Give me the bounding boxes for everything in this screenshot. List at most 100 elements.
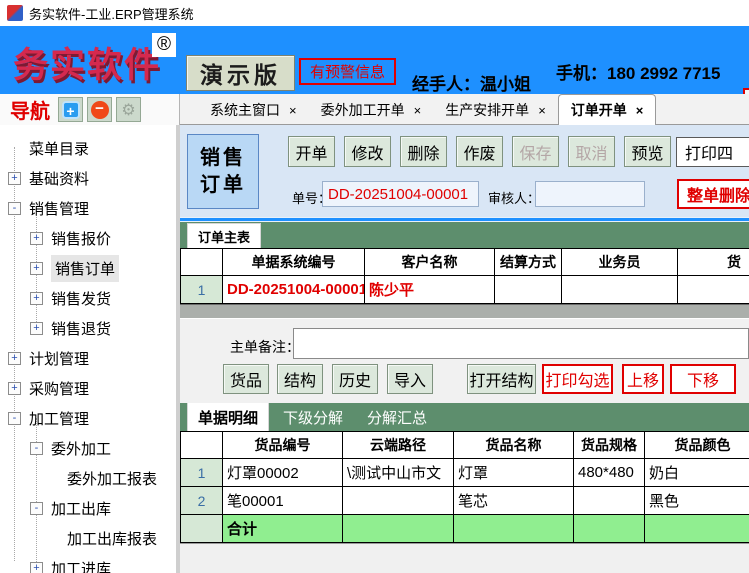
cell-cloud-path[interactable] [343, 487, 454, 515]
toggle-icon[interactable]: - [8, 202, 21, 215]
detail-row: 1 灯罩00002 \测试中山市文 灯罩 480*480 奶白 [181, 459, 749, 487]
warning-info-button[interactable]: 有预警信息 [299, 58, 396, 85]
tab-system-main[interactable]: 系统主窗口× [198, 95, 309, 124]
tree-item-process-outbound[interactable]: -加工出库 [0, 493, 176, 523]
toggle-icon[interactable]: - [8, 412, 21, 425]
close-icon[interactable]: × [289, 103, 297, 118]
toggle-icon[interactable]: + [30, 232, 43, 245]
tab-breakdown-summary[interactable]: 分解汇总 [357, 403, 437, 431]
tab-label: 生产安排开单 [445, 100, 529, 120]
save-button[interactable]: 保存 [512, 136, 559, 167]
cell-item-spec[interactable]: 480*480 [574, 459, 645, 487]
delete-whole-order-button[interactable]: 整单删除 [677, 179, 749, 209]
cell-item-name[interactable]: 笔芯 [454, 487, 574, 515]
void-button[interactable]: 作废 [456, 136, 503, 167]
bottom-filler [180, 543, 749, 573]
cell-doc-no[interactable]: DD-20251004-00001 [223, 276, 365, 304]
tree-label: 销售报价 [51, 228, 111, 249]
move-up-button[interactable]: 上移 [622, 364, 664, 394]
tree-item-outsource-report[interactable]: 委外加工报表 [0, 463, 176, 493]
cell-item-spec[interactable] [574, 487, 645, 515]
master-grid: 单据系统编号 客户名称 结算方式 业务员 货 1 DD-20251004-000… [180, 248, 749, 304]
collapse-all-button[interactable]: − [87, 97, 112, 122]
expand-all-button[interactable]: + [58, 97, 83, 122]
handler-name: 温小姐 [480, 75, 531, 94]
toggle-icon[interactable]: + [8, 172, 21, 185]
goods-button[interactable]: 货品 [223, 364, 269, 394]
close-icon[interactable]: × [414, 103, 422, 118]
tab-sub-breakdown[interactable]: 下级分解 [273, 403, 353, 431]
app-header: 务实软件 ® 演示版 有预警信息 经手人：温小姐 手机：180 2992 771… [0, 26, 749, 94]
tree-item-sales-mgmt[interactable]: -销售管理 [0, 193, 176, 223]
row-number[interactable]: 1 [181, 276, 223, 304]
row-number[interactable]: 2 [181, 487, 223, 515]
tab-detail-lines[interactable]: 单据明细 [187, 402, 269, 431]
tree-item-purchase-mgmt[interactable]: + 采购管理 [0, 373, 176, 403]
cancel-button[interactable]: 取消 [568, 136, 615, 167]
col-header-doc-no: 单据系统编号 [223, 249, 365, 276]
cell-cloud-path[interactable]: \测试中山市文 [343, 459, 454, 487]
structure-button[interactable]: 结构 [277, 364, 323, 394]
toggle-icon[interactable]: - [30, 502, 43, 515]
tree-item-process-mgmt[interactable]: -加工管理 [0, 403, 176, 433]
tree-item-basic-data[interactable]: + 基础资料 [0, 163, 176, 193]
history-button[interactable]: 历史 [332, 364, 378, 394]
tab-sales-order-active[interactable]: 订单开单× [558, 94, 657, 125]
remark-input[interactable] [293, 328, 749, 359]
preview-button[interactable]: 预览 [624, 136, 671, 167]
tab-master-table[interactable]: 订单主表 [187, 223, 261, 248]
cell-customer[interactable]: 陈少平 [365, 276, 495, 304]
tree-item-plan-mgmt[interactable]: +计划管理 [0, 343, 176, 373]
import-button[interactable]: 导入 [387, 364, 433, 394]
tree-item-sales-order[interactable]: +销售订单 [0, 253, 176, 283]
settings-button[interactable]: ⚙ [116, 97, 141, 122]
cell-item-code[interactable]: 笔00001 [223, 487, 343, 515]
print-checked-button[interactable]: 打印勾选 [542, 364, 613, 394]
delete-button[interactable]: 删除 [400, 136, 447, 167]
new-order-button[interactable]: 开单 [288, 136, 335, 167]
toggle-icon[interactable]: + [30, 562, 43, 573]
order-no-input[interactable]: DD-20251004-00001 [322, 181, 479, 207]
toggle-icon[interactable]: + [8, 382, 21, 395]
toggle-icon[interactable]: + [30, 262, 43, 275]
toggle-icon[interactable]: + [30, 292, 43, 305]
close-icon[interactable]: × [636, 103, 644, 118]
tree-label: 采购管理 [29, 378, 89, 399]
master-tab-band: 订单主表 [180, 222, 749, 248]
tree-label: 菜单目录 [29, 138, 89, 159]
tree-item-menu-catalog[interactable]: 菜单目录 [0, 133, 176, 163]
cell-goods[interactable] [678, 276, 749, 304]
window-titlebar: 务实软件-工业.ERP管理系统 [0, 0, 749, 26]
row-number[interactable]: 1 [181, 459, 223, 487]
tree-label: 加工出库 [51, 498, 111, 519]
tree-item-outsource-process[interactable]: -委外加工 [0, 433, 176, 463]
cell-salesman[interactable] [562, 276, 678, 304]
tree-item-sales-quote[interactable]: + 销售报价 [0, 223, 176, 253]
toggle-icon[interactable]: - [30, 442, 43, 455]
modify-button[interactable]: 修改 [344, 136, 391, 167]
tree-item-sales-return[interactable]: +销售退货 [0, 313, 176, 343]
tree-item-sales-delivery[interactable]: +销售发货 [0, 283, 176, 313]
expand-all-icon: + [62, 101, 80, 119]
auditor-input[interactable] [535, 181, 645, 207]
tree-label: 加工出库报表 [67, 528, 157, 549]
move-down-button[interactable]: 下移 [670, 364, 736, 394]
cell-item-name[interactable]: 灯罩 [454, 459, 574, 487]
tree-label: 基础资料 [29, 168, 89, 189]
close-icon[interactable]: × [538, 103, 546, 118]
clipped-red-button[interactable] [743, 88, 749, 94]
cell-item-code[interactable]: 灯罩00002 [223, 459, 343, 487]
open-structure-button[interactable]: 打开结构 [467, 364, 536, 394]
cell-item-color[interactable]: 奶白 [645, 459, 749, 487]
print-template-combo[interactable]: 打印四 [676, 137, 749, 167]
tree-item-process-outbound-report[interactable]: 加工出库报表 [0, 523, 176, 553]
toggle-icon[interactable]: + [8, 352, 21, 365]
toggle-icon[interactable]: + [30, 322, 43, 335]
cell-settlement[interactable] [495, 276, 562, 304]
row-selector-header [181, 249, 223, 276]
tree-item-process-inbound[interactable]: +加工进库 [0, 553, 176, 573]
col-header-salesman: 业务员 [562, 249, 678, 276]
tab-production-plan[interactable]: 生产安排开单 × [433, 95, 558, 124]
cell-item-color[interactable]: 黑色 [645, 487, 749, 515]
tab-outsource-order[interactable]: 委外加工开单× [309, 95, 434, 124]
